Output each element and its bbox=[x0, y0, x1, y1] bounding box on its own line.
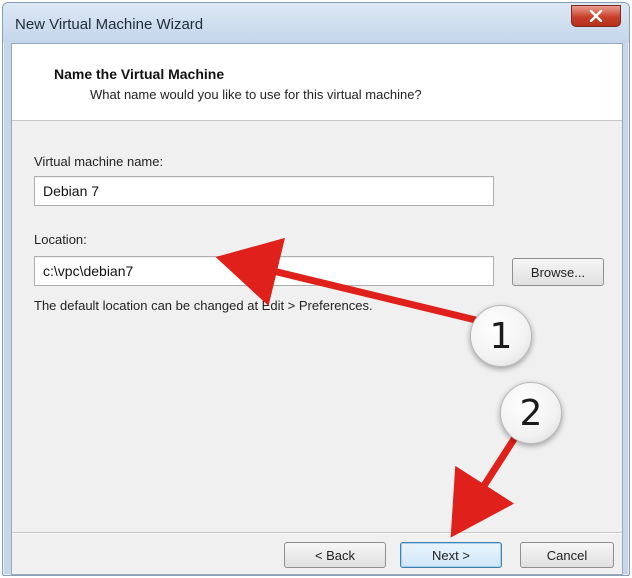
browse-button[interactable]: Browse... bbox=[512, 258, 604, 286]
wizard-window: New Virtual Machine Wizard Name the Virt… bbox=[2, 2, 630, 576]
page-subtitle: What name would you like to use for this… bbox=[90, 87, 422, 102]
vm-name-label: Virtual machine name: bbox=[34, 154, 164, 169]
callout-2: 2 bbox=[500, 382, 562, 444]
cancel-button[interactable]: Cancel bbox=[520, 542, 614, 568]
vm-name-input[interactable]: Debian 7 bbox=[34, 176, 494, 206]
back-button[interactable]: < Back bbox=[284, 542, 386, 568]
wizard-header: Name the Virtual Machine What name would… bbox=[12, 44, 622, 121]
window-title: New Virtual Machine Wizard bbox=[15, 16, 204, 33]
next-button[interactable]: Next > bbox=[400, 542, 502, 568]
close-button[interactable] bbox=[571, 5, 621, 27]
location-hint: The default location can be changed at E… bbox=[34, 298, 373, 313]
wizard-body: Name the Virtual Machine What name would… bbox=[11, 43, 623, 575]
callout-1: 1 bbox=[470, 305, 532, 367]
location-label: Location: bbox=[34, 232, 87, 247]
location-input[interactable]: c:\vpc\debian7 bbox=[34, 256, 494, 286]
page-title: Name the Virtual Machine bbox=[54, 66, 225, 82]
footer-separator bbox=[12, 532, 622, 534]
close-icon bbox=[589, 10, 603, 22]
title-bar: New Virtual Machine Wizard bbox=[3, 3, 629, 43]
